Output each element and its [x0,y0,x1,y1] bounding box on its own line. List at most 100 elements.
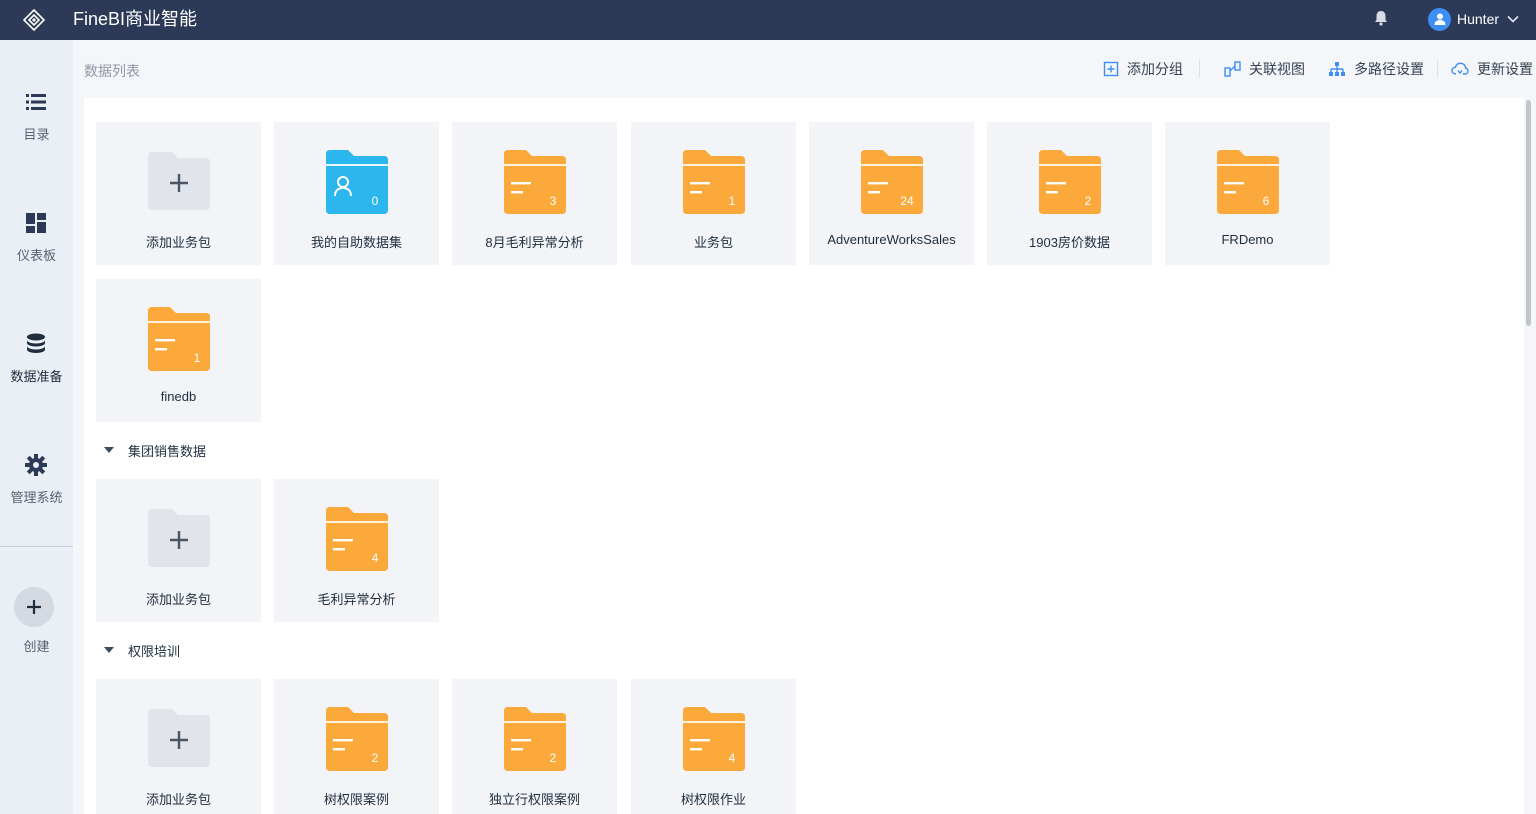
relation-view-label: 关联视图 [1249,61,1305,77]
folder-count: 2 [1085,194,1092,208]
breadcrumb: 数据列表 [84,63,140,79]
folder-icon: 6 [1217,150,1279,214]
package-card[interactable]: 1 finedb [96,279,261,422]
avatar [1428,7,1451,31]
create-label: 创建 [23,639,50,654]
cloud-refresh-icon [1451,62,1469,75]
package-card[interactable]: 6 FRDemo [1165,122,1330,265]
card-label: 毛利异常分析 [317,592,396,607]
folder-count: 4 [372,551,379,565]
relation-view-icon [1224,61,1241,77]
sidebar-item-data-prep[interactable]: 数据准备 [0,332,73,412]
sidebar-item-label: 管理系统 [10,490,63,505]
app-title: FineBI商业智能 [73,9,198,29]
group-title: 权限培训 [128,643,181,659]
bell-icon[interactable] [1372,9,1390,27]
relation-view-button[interactable]: 关联视图 [1224,59,1305,79]
package-card[interactable]: 3 8月毛利异常分析 [452,122,617,265]
gear-icon [25,454,47,476]
card-label: 树权限作业 [680,792,746,807]
chevron-down-icon [1507,15,1519,23]
content-panel: 添加业务包 0 我的自助数据集 3 8月毛利异常分析 1 业务包 24 Adve… [84,98,1524,814]
folder-count: 24 [900,194,914,208]
list-icon [26,94,46,110]
user-icon [1434,13,1445,25]
package-card[interactable]: 2 树权限案例 [274,679,439,814]
package-card[interactable]: 4 树权限作业 [631,679,796,814]
card-label: finedb [160,389,197,404]
card-label: 8月毛利异常分析 [485,235,584,250]
card-label: 添加业务包 [145,235,211,250]
package-card[interactable]: 0 我的自助数据集 [274,122,439,265]
card-label: 添加业务包 [145,592,211,607]
card-label: AdventureWorksSales [827,232,956,247]
add-folder-icon [148,152,210,210]
package-card[interactable]: 4 毛利异常分析 [274,479,439,622]
folder-count: 2 [550,751,557,765]
create-button[interactable] [14,587,54,627]
folder-icon: 4 [326,507,388,571]
add-folder-icon [148,709,210,767]
sidebar-item-label: 数据准备 [10,369,63,384]
folder-icon: 24 [861,150,923,214]
folder-count: 4 [729,751,736,765]
card-label: 独立行权限案例 [488,792,580,807]
top-bar: FineBI商业智能 Hunter [0,0,1536,40]
plus-icon [27,600,41,614]
card-label: 树权限案例 [323,792,389,807]
collapse-triangle-icon [104,647,114,653]
folder-icon: 2 [326,707,388,771]
sidebar-item-dashboard[interactable]: 仪表板 [0,211,73,291]
folder-icon: 1 [683,150,745,214]
folder-count: 1 [729,194,736,208]
folder-count: 0 [372,194,379,208]
multipath-label: 多路径设置 [1354,61,1424,77]
dashboard-icon [26,213,46,233]
folder-icon: 1 [148,307,210,371]
folder-count: 3 [550,194,557,208]
sidebar-item-label: 仪表板 [16,248,56,263]
username: Hunter [1457,11,1500,27]
finebi-logo-icon[interactable] [22,8,46,32]
sidebar-item-catalog[interactable]: 目录 [0,90,73,170]
package-card[interactable]: 1 业务包 [631,122,796,265]
card-label: 1903房价数据 [1029,235,1110,250]
multipath-icon [1329,62,1345,76]
folder-icon: 4 [683,707,745,771]
user-menu[interactable]: Hunter [1428,7,1519,31]
vertical-scrollbar[interactable] [1524,98,1536,814]
folder-count: 2 [372,751,379,765]
card-label: 业务包 [693,235,733,250]
add-group-label: 添加分组 [1127,61,1183,77]
database-icon [27,333,45,353]
sidebar: 目录 仪表板 数据准备 管理系统 创建 [0,40,73,814]
collapse-triangle-icon [104,447,114,453]
update-settings-button[interactable]: 更新设置 [1451,59,1533,79]
toolbar-divider [1437,60,1438,78]
folder-icon: 2 [504,707,566,771]
update-settings-label: 更新设置 [1477,61,1533,77]
multipath-button[interactable]: 多路径设置 [1328,59,1424,79]
scrollbar-thumb[interactable] [1526,100,1531,326]
add-package-card[interactable]: 添加业务包 [96,122,261,265]
group-header[interactable]: 权限培训 [104,641,180,659]
sidebar-item-label: 目录 [23,127,50,142]
folder-icon: 3 [504,150,566,214]
group-header[interactable]: 集团销售数据 [104,441,206,459]
add-package-card[interactable]: 添加业务包 [96,679,261,814]
card-label: FRDemo [1221,232,1274,247]
user-folder-icon: 0 [326,150,388,214]
package-card[interactable]: 2 1903房价数据 [987,122,1152,265]
package-card[interactable]: 2 独立行权限案例 [452,679,617,814]
package-card[interactable]: 24 AdventureWorksSales [809,122,974,265]
folder-count: 1 [194,351,201,365]
folder-icon: 2 [1039,150,1101,214]
toolbar-divider [1199,60,1200,78]
folder-count: 6 [1263,194,1270,208]
add-package-card[interactable]: 添加业务包 [96,479,261,622]
sidebar-item-admin[interactable]: 管理系统 [0,453,73,533]
add-group-button[interactable]: 添加分组 [1103,59,1183,79]
card-label: 我的自助数据集 [310,235,402,250]
card-label: 添加业务包 [145,792,211,807]
add-folder-icon [148,509,210,567]
